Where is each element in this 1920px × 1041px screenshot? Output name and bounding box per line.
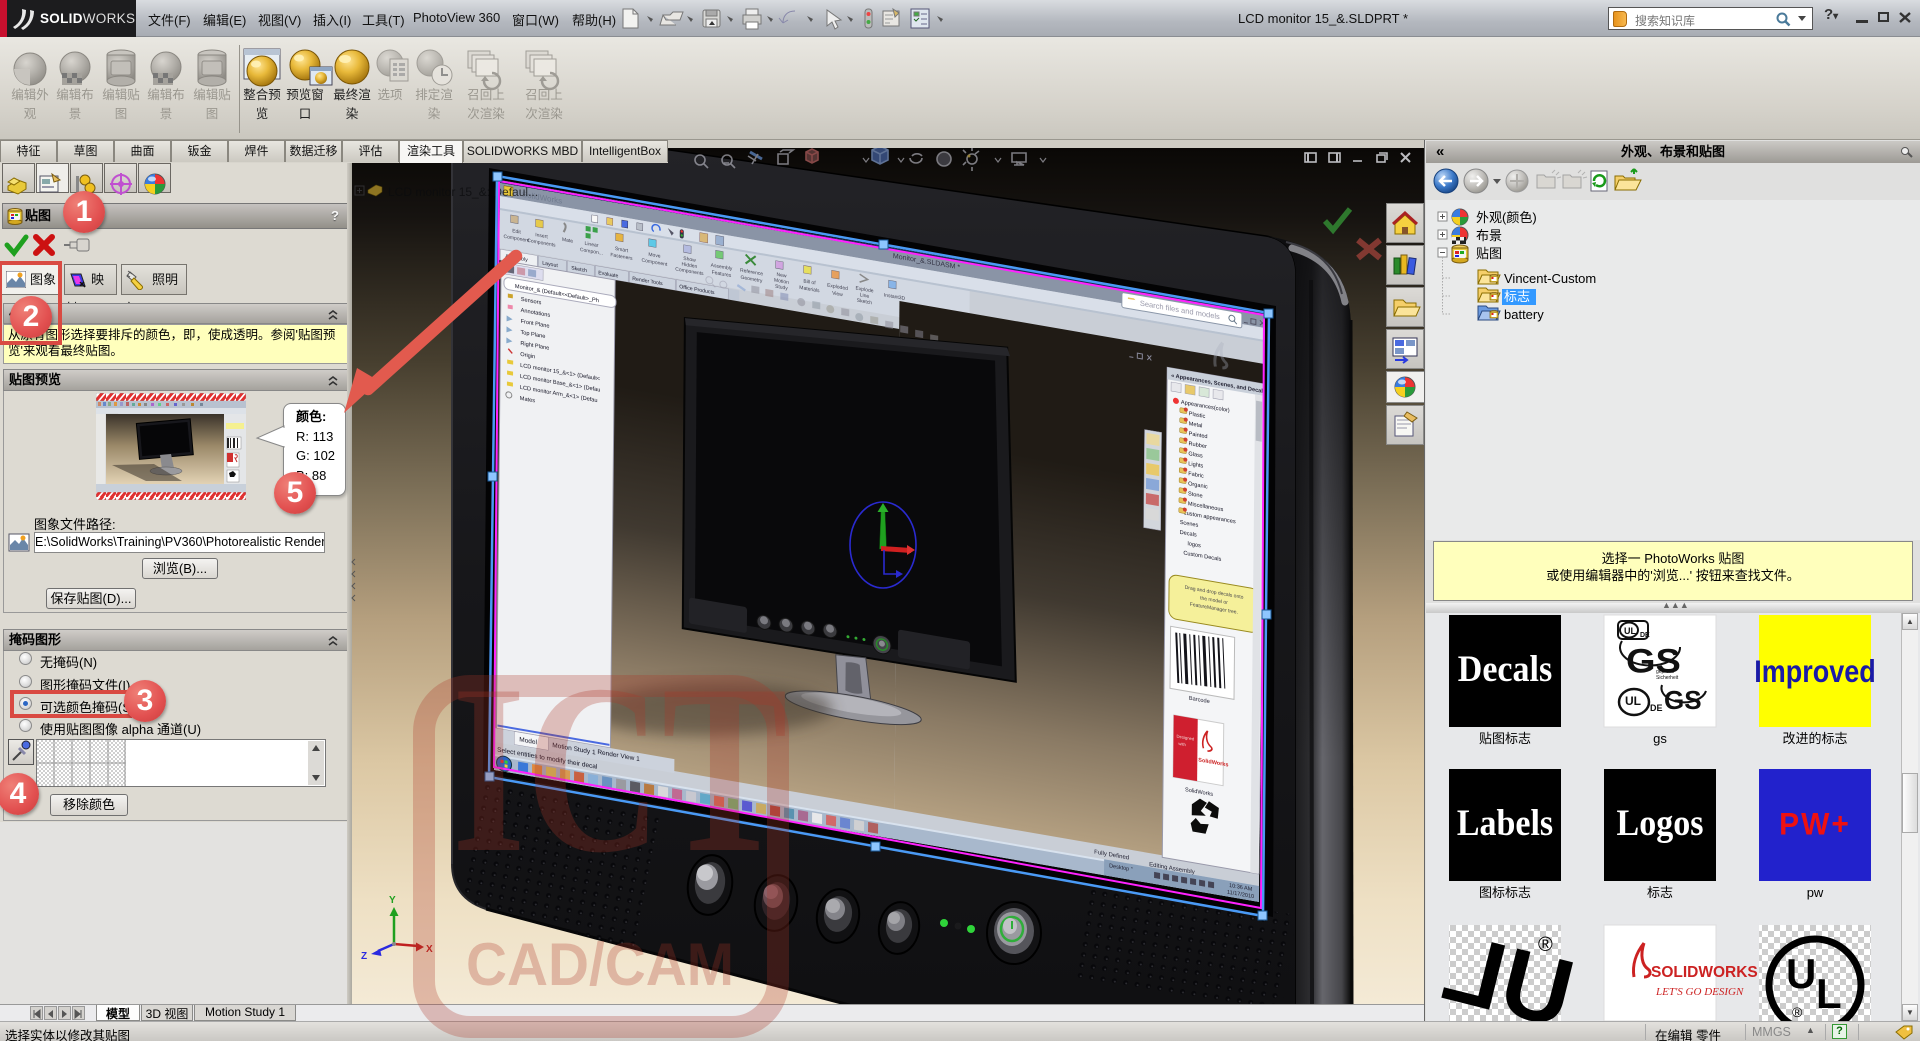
svg-text:标志: 标志	[1647, 885, 1673, 900]
svg-text:外观(颜色): 外观(颜色)	[1476, 210, 1537, 225]
svg-text:U: U	[1786, 950, 1816, 997]
svg-text:改进的标志: 改进的标志	[1782, 731, 1847, 746]
svg-text:图标标志: 图标标志	[1479, 885, 1531, 900]
svg-text:DE: DE	[1650, 703, 1663, 713]
svg-text:贴图标志: 贴图标志	[1479, 731, 1531, 746]
svg-text:Z: Z	[361, 951, 367, 962]
svg-text:Labels: Labels	[1457, 802, 1553, 844]
svg-text:LCD monitor 15_&: Defaul...: LCD monitor 15_&: Defaul...	[388, 185, 538, 199]
svg-text:SOLIDWORKS: SOLIDWORKS	[1651, 964, 1758, 981]
svg-text:gs: gs	[1653, 731, 1667, 746]
svg-text:®: ®	[1538, 934, 1553, 956]
svg-text:pw: pw	[1807, 885, 1824, 900]
svg-text:PW+: PW+	[1779, 806, 1851, 842]
svg-text:®: ®	[1792, 1004, 1803, 1020]
svg-text:LET'S GO DESIGN: LET'S GO DESIGN	[1655, 986, 1744, 998]
svg-text:X: X	[426, 944, 433, 955]
svg-text:贴图: 贴图	[1476, 246, 1502, 261]
svg-text:Logos: Logos	[1617, 802, 1704, 844]
svg-text:DE: DE	[1640, 632, 1650, 639]
svg-text:UL: UL	[1624, 626, 1636, 636]
svg-text:battery: battery	[1504, 307, 1544, 322]
svg-text:布景: 布景	[1476, 228, 1502, 243]
svg-text:Decals: Decals	[1458, 648, 1552, 690]
svg-text:Y: Y	[389, 895, 396, 906]
svg-text:Sicherheit: Sicherheit	[1656, 675, 1679, 681]
svg-text:UL: UL	[1625, 694, 1641, 708]
svg-text:Vincent-Custom: Vincent-Custom	[1504, 271, 1596, 286]
svg-text:L: L	[1816, 970, 1842, 1017]
svg-text:标志: 标志	[1504, 289, 1530, 304]
svg-text:Improved: Improved	[1754, 655, 1875, 689]
